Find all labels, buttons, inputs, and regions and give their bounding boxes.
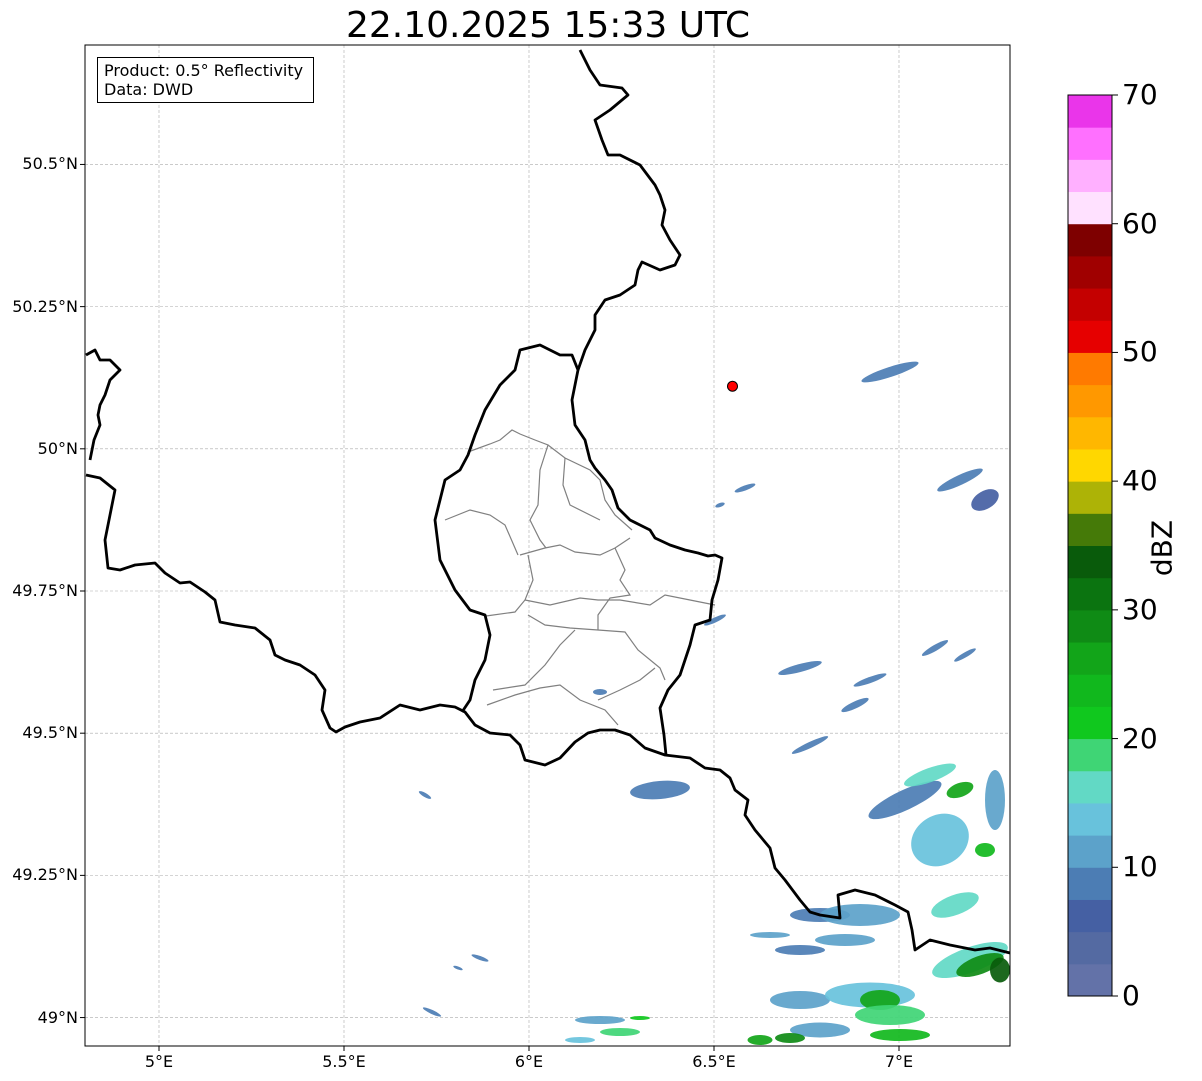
lon-tick-label: 6°E xyxy=(514,1052,544,1071)
colorbar-segment xyxy=(1068,609,1112,643)
colorbar-unit-label: dBZ xyxy=(1145,519,1179,577)
colorbar-tick-label: 20 xyxy=(1122,721,1158,755)
colorbar-segment xyxy=(1068,802,1112,836)
echo-cell xyxy=(985,770,1005,830)
lon-tick-label: 5.5°E xyxy=(322,1052,366,1071)
lon-tick-label: 7°E xyxy=(884,1052,914,1071)
colorbar-segment xyxy=(1068,320,1112,353)
lat-tick-label: 50°N xyxy=(37,438,78,458)
lon-tick-label: 5°E xyxy=(144,1052,174,1071)
colorbar-segment xyxy=(1068,963,1112,997)
echo-cell xyxy=(870,1029,930,1041)
colorbar xyxy=(1067,94,1118,997)
colorbar-segment xyxy=(1068,223,1112,257)
colorbar-tick-label: 50 xyxy=(1122,335,1158,369)
echo-cell xyxy=(775,945,825,955)
colorbar-segment xyxy=(1068,384,1112,418)
echo-cell xyxy=(747,1035,773,1045)
radar-figure: 22.10.2025 15:33 UTC Product: 0.5° Refle… xyxy=(0,0,1202,1081)
map-panel xyxy=(80,44,1118,1051)
product-label: Product: 0.5° Reflectivity xyxy=(104,61,304,80)
lon-tick-label: 6.5°E xyxy=(692,1052,736,1071)
echo-cell xyxy=(593,689,607,695)
echo-cell xyxy=(630,1016,650,1020)
colorbar-segment xyxy=(1068,770,1112,804)
colorbar-segment xyxy=(1068,416,1112,450)
lat-tick-label: 49.75°N xyxy=(12,581,78,600)
echo-cell xyxy=(990,957,1010,983)
colorbar-segment xyxy=(1068,706,1112,740)
echo-cell xyxy=(820,904,900,926)
colorbar-segment xyxy=(1068,642,1112,675)
echo-cell xyxy=(815,934,875,946)
site-marker-dot xyxy=(727,380,738,392)
colorbar-segment xyxy=(1068,513,1112,546)
colorbar-segment xyxy=(1068,127,1112,160)
colorbar-segment xyxy=(1068,835,1112,868)
echo-cell xyxy=(855,1005,925,1025)
echo-cell xyxy=(575,1016,625,1024)
lat-tick-label: 49.25°N xyxy=(12,865,78,885)
echo-cell xyxy=(600,1028,640,1036)
colorbar-tick-label: 70 xyxy=(1122,78,1158,111)
lat-tick-label: 49.5°N xyxy=(22,723,78,743)
colorbar-tick-label: 60 xyxy=(1122,206,1158,240)
echo-cell xyxy=(775,1033,805,1043)
map-background xyxy=(85,45,1010,1046)
colorbar-segment xyxy=(1068,867,1112,900)
product-info-box: Product: 0.5° Reflectivity Data: DWD xyxy=(97,57,314,103)
site-marker xyxy=(727,380,738,392)
colorbar-segment xyxy=(1068,481,1112,514)
colorbar-tick-label: 0 xyxy=(1122,979,1140,1012)
lat-tick-label: 49°N xyxy=(37,1007,78,1027)
colorbar-segment xyxy=(1068,738,1112,772)
echo-cell xyxy=(750,932,790,938)
colorbar-tick-label: 10 xyxy=(1122,850,1158,884)
colorbar-segment xyxy=(1068,191,1112,225)
echo-cell xyxy=(770,991,830,1009)
echo-cell xyxy=(565,1037,595,1043)
colorbar-segment xyxy=(1068,159,1112,193)
colorbar-segment xyxy=(1068,577,1112,611)
colorbar-segment xyxy=(1068,931,1112,965)
colorbar-tick-label: 40 xyxy=(1122,464,1158,498)
colorbar-segment xyxy=(1068,255,1112,289)
colorbar-segment xyxy=(1068,448,1112,482)
colorbar-segment xyxy=(1068,545,1112,579)
colorbar-segment xyxy=(1068,674,1112,707)
lat-tick-label: 50.5°N xyxy=(22,154,78,174)
colorbar-tick-label: 30 xyxy=(1122,592,1158,626)
lat-tick-label: 50.25°N xyxy=(12,296,78,316)
colorbar-segment xyxy=(1068,352,1112,386)
data-source-label: Data: DWD xyxy=(104,80,194,99)
colorbar-segment xyxy=(1068,288,1112,321)
echo-cell xyxy=(975,843,995,857)
colorbar-segment xyxy=(1068,899,1112,933)
colorbar-segment xyxy=(1068,95,1112,128)
